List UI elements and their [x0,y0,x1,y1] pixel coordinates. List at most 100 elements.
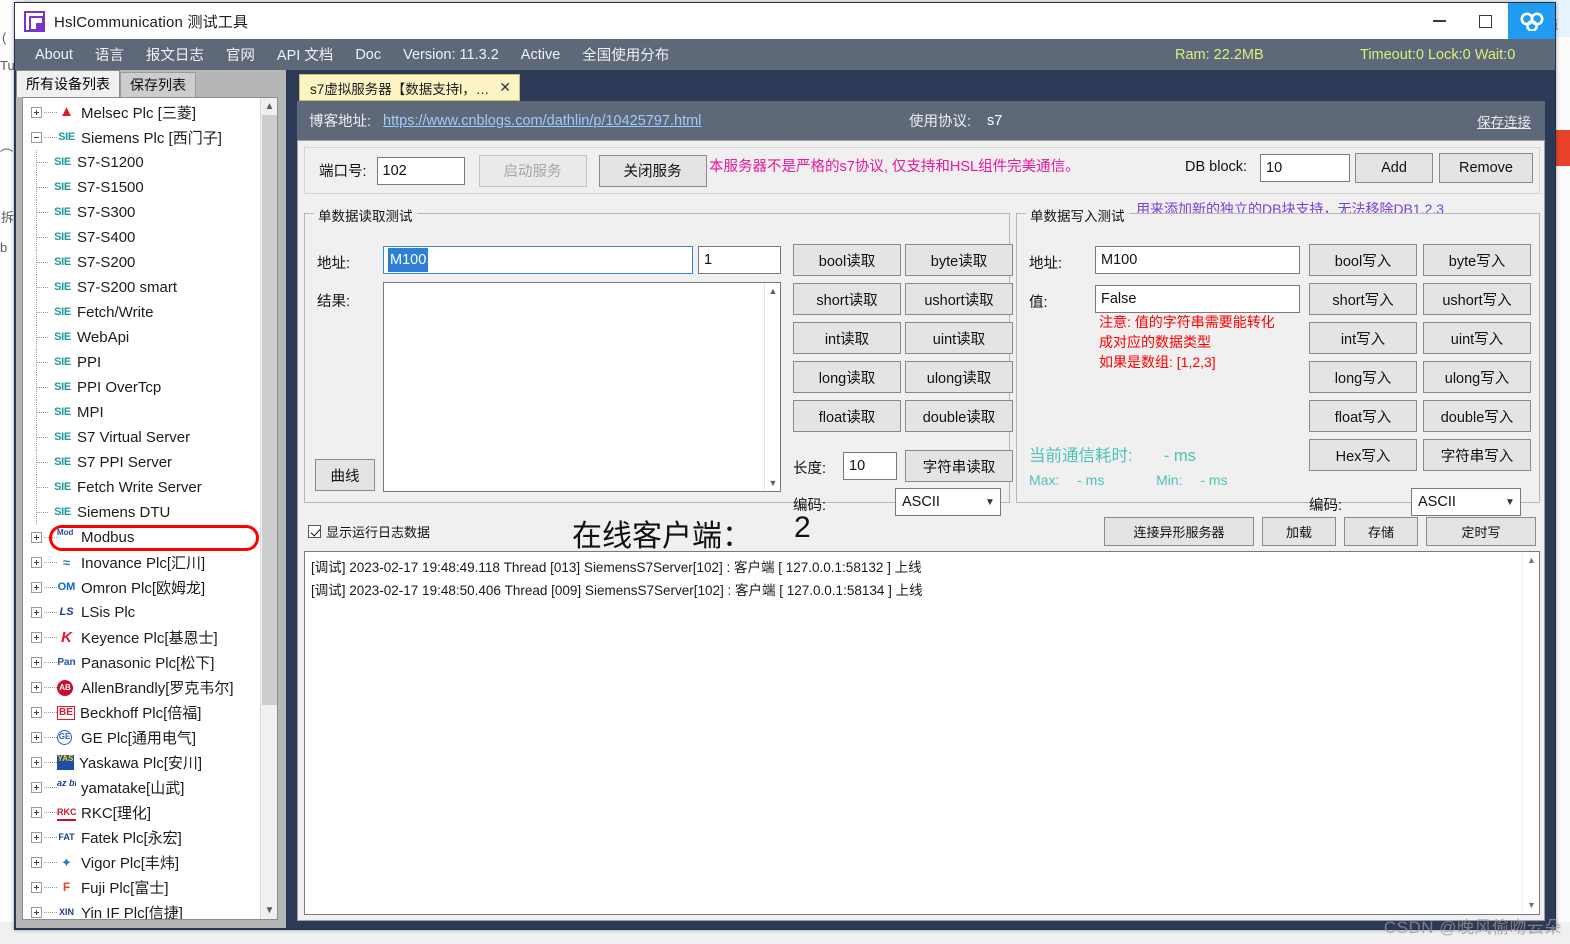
curve-button[interactable]: 曲线 [315,459,375,491]
timed-write-button[interactable]: 定时写 [1426,517,1536,546]
read-result-textarea[interactable]: ▲ ▼ [383,282,781,492]
write-value-input[interactable]: False [1095,285,1300,313]
write-button-float[interactable]: float写入 [1309,400,1417,432]
menu-item-[interactable]: 全国使用分布 [571,39,680,70]
menu-item-api[interactable]: API 文档 [266,39,344,70]
show-log-checkbox[interactable]: 显示运行日志数据 [308,522,430,541]
expand-icon[interactable] [31,732,42,743]
stop-service-button[interactable]: 关闭服务 [598,154,707,187]
menu-item-[interactable]: 官网 [215,39,266,70]
write-button-long[interactable]: long写入 [1309,361,1417,393]
save-connection-link[interactable]: 保存连接 [1477,111,1531,131]
tree-node[interactable]: SIE Siemens Plc [西门子] [23,125,261,150]
scroll-up-arrow-icon[interactable]: ▲ [765,283,780,299]
chevron-down-icon[interactable]: ▼ [1500,497,1520,508]
scroll-up-arrow-icon[interactable]: ▲ [1523,552,1539,569]
expand-icon[interactable] [31,907,42,918]
read-button-byte[interactable]: byte读取 [905,244,1013,276]
minimize-button[interactable] [1416,3,1462,39]
tree-node[interactable]: SIE S7-S400 [23,225,261,250]
tree-node[interactable]: SIE Fetch/Write [23,300,261,325]
checkbox-icon[interactable] [308,525,321,538]
tree-node[interactable]: SIE S7 Virtual Server [23,425,261,450]
tree-node[interactable]: OM Omron Plc[欧姆龙] [23,575,261,600]
tree-node[interactable]: BE Beckhoff Plc[倍福] [23,700,261,725]
result-scrollbar[interactable]: ▲ ▼ [764,283,780,491]
tree-node[interactable]: XIN Yin IF Plc[信捷] [23,900,261,919]
tree-node[interactable]: K Keyence Plc[基恩士] [23,625,261,650]
close-icon[interactable]: ✕ [499,79,511,96]
chevron-down-icon[interactable]: ▼ [980,497,1000,508]
db-block-input[interactable]: 10 [1260,154,1350,182]
expand-icon[interactable] [31,607,42,618]
expand-icon[interactable] [31,632,42,643]
tree-node[interactable]: RKC RKC[理化] [23,800,261,825]
cloud-sync-icon[interactable] [1508,3,1555,39]
tree-node[interactable]: ▲ Melsec Plc [三菱] [23,100,261,125]
tree-node[interactable]: FAT Fatek Plc[永宏] [23,825,261,850]
log-output-box[interactable]: [调试] 2023-02-17 19:48:49.118 Thread [013… [304,551,1540,915]
tree-node[interactable]: SIE Siemens DTU [23,500,261,525]
write-button-short[interactable]: short写入 [1309,283,1417,315]
write-button-bool[interactable]: bool写入 [1309,244,1417,276]
write-button-hex[interactable]: Hex写入 [1309,439,1417,471]
scroll-down-arrow-icon[interactable]: ▼ [261,902,277,919]
scroll-up-arrow-icon[interactable]: ▲ [261,98,277,115]
expand-icon[interactable] [31,657,42,668]
string-read-button[interactable]: 字符串读取 [905,450,1013,482]
menu-item-[interactable]: 报文日志 [135,39,215,70]
maximize-button[interactable] [1462,3,1508,39]
menu-item-version-11-3-2[interactable]: Version: 11.3.2 [392,39,510,70]
expand-icon[interactable] [31,882,42,893]
read-button-long[interactable]: long读取 [793,361,901,393]
write-button-uint[interactable]: uint写入 [1423,322,1531,354]
expand-icon[interactable] [31,807,42,818]
expand-icon[interactable] [31,757,42,768]
expand-icon[interactable] [31,582,42,593]
tree-node[interactable]: ✦ Vigor Plc[丰炜] [23,850,261,875]
blog-url-link[interactable]: https://www.cnblogs.com/dathlin/p/104257… [383,113,701,129]
read-length-input[interactable]: 1 [698,246,781,274]
log-scrollbar[interactable]: ▲ ▼ [1522,552,1539,914]
read-address-input[interactable]: M100 [383,246,693,274]
tree-node[interactable]: AB AllenBrandly[罗克韦尔] [23,675,261,700]
write-button-byte[interactable]: byte写入 [1423,244,1531,276]
tree-node[interactable]: SIE S7-S1200 [23,150,261,175]
expand-icon[interactable] [31,857,42,868]
connect-special-server-button[interactable]: 连接异形服务器 [1104,517,1254,546]
load-button[interactable]: 加载 [1262,517,1336,546]
write-button-ulong[interactable]: ulong写入 [1423,361,1531,393]
tree-node[interactable]: ≈ Inovance Plc[汇川] [23,550,261,575]
expand-icon[interactable] [31,832,42,843]
read-button-ulong[interactable]: ulong读取 [905,361,1013,393]
scroll-down-arrow-icon[interactable]: ▼ [1523,897,1539,914]
document-tab-s7-virtual-server[interactable]: s7虚拟服务器【数据支持l，… ✕ [299,74,520,101]
write-button-double[interactable]: double写入 [1423,400,1531,432]
tree-node[interactable]: GE GE Plc[通用电气] [23,725,261,750]
tree-node[interactable]: az bil yamatake[山武] [23,775,261,800]
expand-icon[interactable] [31,557,42,568]
read-button-double[interactable]: double读取 [905,400,1013,432]
write-button-字符串[interactable]: 字符串写入 [1423,439,1531,471]
tree-node[interactable]: SIE MPI [23,400,261,425]
tree-node[interactable]: Mod bus Modbus [23,525,261,550]
store-button[interactable]: 存储 [1344,517,1418,546]
collapse-icon[interactable] [31,132,42,143]
port-input[interactable]: 102 [376,156,465,185]
tree-node[interactable]: Pan Panasonic Plc[松下] [23,650,261,675]
tree-node[interactable]: SIE S7-S300 [23,200,261,225]
menu-item-doc[interactable]: Doc [344,39,392,70]
tree-node[interactable]: SIE PPI [23,350,261,375]
read-button-ushort[interactable]: ushort读取 [905,283,1013,315]
read-button-bool[interactable]: bool读取 [793,244,901,276]
tree-node[interactable]: SIE S7-S200 [23,250,261,275]
device-list-tab[interactable]: 保存列表 [120,72,196,97]
read-button-float[interactable]: float读取 [793,400,901,432]
write-address-input[interactable]: M100 [1095,246,1300,274]
tree-node[interactable]: SIE S7 PPI Server [23,450,261,475]
device-tree-scrollbar[interactable]: ▲ ▼ [260,98,277,919]
tree-node[interactable]: SIE WebApi [23,325,261,350]
tree-node[interactable]: SIE PPI OverTcp [23,375,261,400]
tree-node[interactable]: LS LSis Plc [23,600,261,625]
device-tree[interactable]: ▲ Melsec Plc [三菱] SIE Siemens Plc [西门子] SIE S… [22,97,278,920]
